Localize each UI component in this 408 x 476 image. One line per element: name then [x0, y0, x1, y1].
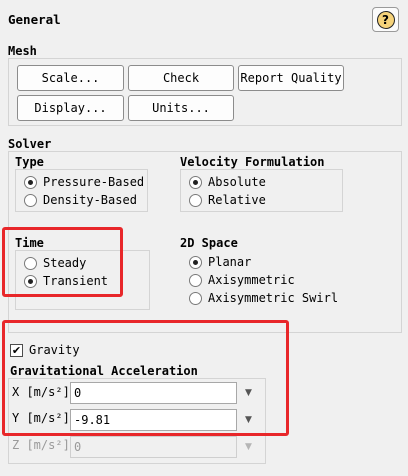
- radio-label: Relative: [208, 193, 266, 207]
- radio-label: Planar: [208, 255, 252, 269]
- radio-button-selected[interactable]: [189, 175, 202, 189]
- radio-label: Pressure-Based: [43, 175, 145, 189]
- radio-label: Axisymmetric: [208, 273, 295, 287]
- radio-absolute[interactable]: Absolute: [189, 173, 266, 191]
- radio-label: Absolute: [208, 175, 266, 189]
- report-quality-button[interactable]: Report Quality: [238, 65, 344, 91]
- radio-button[interactable]: [189, 273, 202, 287]
- z-acceleration-input: 0: [70, 436, 237, 458]
- 2d-space-label: 2D Space: [180, 236, 238, 250]
- radio-button[interactable]: [24, 193, 37, 207]
- radio-axisymmetric-swirl[interactable]: Axisymmetric Swirl: [189, 289, 338, 307]
- panel-title: General: [8, 12, 61, 27]
- scale-button[interactable]: Scale...: [17, 65, 124, 91]
- type-label: Type: [15, 155, 44, 169]
- radio-button-selected[interactable]: [189, 255, 202, 269]
- radio-axisymmetric[interactable]: Axisymmetric: [189, 271, 295, 289]
- radio-density-based[interactable]: Density-Based: [24, 191, 137, 209]
- check-button[interactable]: Check: [128, 65, 234, 91]
- radio-label: Density-Based: [43, 193, 137, 207]
- radio-button-selected[interactable]: [24, 175, 37, 189]
- velocity-formulation-label: Velocity Formulation: [180, 155, 325, 169]
- mesh-group-label: Mesh: [8, 44, 37, 58]
- question-mark-icon: ?: [376, 10, 395, 29]
- units-button[interactable]: Units...: [128, 95, 234, 121]
- z-dropdown-arrow-icon: ▼: [245, 442, 252, 452]
- radio-planar[interactable]: Planar: [189, 253, 251, 271]
- solver-group-label: Solver: [8, 137, 52, 151]
- radio-button[interactable]: [189, 193, 202, 207]
- radio-pressure-based[interactable]: Pressure-Based: [24, 173, 144, 191]
- radio-relative[interactable]: Relative: [189, 191, 266, 209]
- help-button[interactable]: ?: [372, 7, 399, 32]
- display-button[interactable]: Display...: [17, 95, 124, 121]
- time-highlight-box: [2, 227, 123, 297]
- radio-label: Axisymmetric Swirl: [208, 291, 339, 305]
- radio-button[interactable]: [189, 291, 202, 305]
- z-acceleration-label: Z [m/s²]: [12, 438, 70, 452]
- gravity-highlight-box: [2, 320, 289, 436]
